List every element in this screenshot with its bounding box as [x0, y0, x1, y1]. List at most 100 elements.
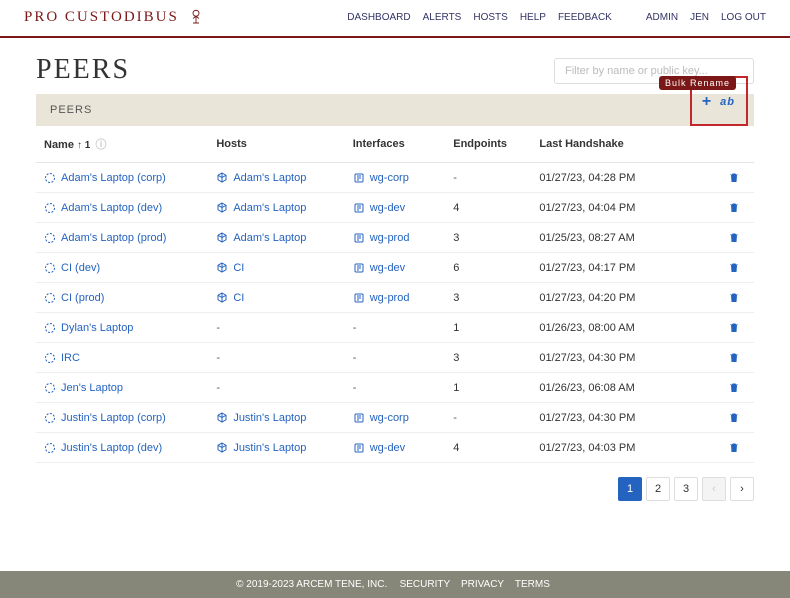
- trash-icon: [728, 381, 740, 393]
- nav-feedback[interactable]: FEEDBACK: [558, 12, 612, 23]
- cube-icon: [216, 441, 228, 453]
- delete-button[interactable]: [728, 291, 740, 303]
- handshake-time: 01/25/23, 08:27 AM: [539, 232, 634, 244]
- peer-link[interactable]: Justin's Laptop (corp): [44, 411, 166, 423]
- trash-icon: [728, 291, 740, 303]
- delete-button[interactable]: [728, 171, 740, 183]
- peer-link[interactable]: CI (prod): [44, 291, 104, 303]
- peer-icon: [44, 321, 56, 333]
- interface-link[interactable]: wg-dev: [353, 441, 405, 453]
- host-link[interactable]: Justin's Laptop: [216, 411, 306, 423]
- trash-icon: [728, 351, 740, 363]
- page-1[interactable]: 1: [618, 477, 642, 501]
- delete-button[interactable]: [728, 201, 740, 213]
- peer-icon: [44, 261, 56, 273]
- brand[interactable]: PRO CUSTODIBUS: [24, 8, 205, 26]
- table-row: Justin's Laptop (dev) Justin's Laptop wg-d…: [36, 433, 754, 463]
- interface-icon: [353, 171, 365, 183]
- delete-button[interactable]: [728, 261, 740, 273]
- footer-terms[interactable]: TERMS: [515, 579, 550, 590]
- delete-button[interactable]: [728, 351, 740, 363]
- col-interfaces[interactable]: Interfaces: [345, 126, 446, 163]
- peer-link[interactable]: CI (dev): [44, 261, 100, 273]
- info-icon[interactable]: ⓘ: [95, 139, 106, 151]
- nav-logout[interactable]: LOG OUT: [721, 12, 766, 23]
- peer-link[interactable]: IRC: [44, 351, 80, 363]
- peer-link[interactable]: Adam's Laptop (dev): [44, 201, 162, 213]
- table-row: Dylan's Laptop--101/26/23, 08:00 AM: [36, 313, 754, 343]
- peer-link[interactable]: Dylan's Laptop: [44, 321, 133, 333]
- col-handshake[interactable]: Last Handshake: [531, 126, 703, 163]
- interface-link[interactable]: wg-dev: [353, 261, 405, 273]
- delete-button[interactable]: [728, 321, 740, 333]
- delete-button[interactable]: [728, 231, 740, 243]
- highlight-box: Bulk Rename + ab: [690, 76, 748, 126]
- interface-link[interactable]: wg-dev: [353, 201, 405, 213]
- table-row: Jen's Laptop--101/26/23, 06:08 AM: [36, 373, 754, 403]
- page-2[interactable]: 2: [646, 477, 670, 501]
- cube-icon: [216, 411, 228, 423]
- table-row: Adam's Laptop (dev)Adam's Laptopwg-dev40…: [36, 193, 754, 223]
- interface-icon: [353, 291, 365, 303]
- nav-dashboard[interactable]: DASHBOARD: [347, 12, 410, 23]
- nav-alerts[interactable]: ALERTS: [423, 12, 462, 23]
- interface-link[interactable]: wg-prod: [353, 291, 410, 303]
- col-name[interactable]: Name ↑ 1 ⓘ: [36, 126, 208, 163]
- panel-label: PEERS: [50, 104, 92, 116]
- interface-icon: [353, 261, 365, 273]
- footer: © 2019-2023 ARCEM TENE, INC. SECURITY PR…: [0, 571, 790, 598]
- peer-link[interactable]: Jen's Laptop: [44, 381, 123, 393]
- nav-admin[interactable]: ADMIN: [646, 12, 678, 23]
- trash-icon: [728, 441, 740, 453]
- topbar: PRO CUSTODIBUS DASHBOARD ALERTS HOSTS HE…: [0, 0, 790, 38]
- cube-icon: [216, 231, 228, 243]
- interface-link[interactable]: wg-prod: [353, 231, 410, 243]
- page-3[interactable]: 3: [674, 477, 698, 501]
- host-link[interactable]: CI: [216, 261, 244, 273]
- handshake-time: 01/26/23, 08:00 AM: [539, 322, 634, 334]
- handshake-time: 01/26/23, 06:08 AM: [539, 382, 634, 394]
- nav: DASHBOARD ALERTS HOSTS HELP FEEDBACK ADM…: [347, 12, 766, 23]
- nav-user[interactable]: JEN: [690, 12, 709, 23]
- interface-link[interactable]: wg-corp: [353, 171, 409, 183]
- peer-link[interactable]: Justin's Laptop (dev): [44, 441, 162, 453]
- panel-header: PEERS Bulk Rename + ab: [36, 94, 754, 126]
- bulk-rename-icon[interactable]: ab: [720, 97, 735, 108]
- host-link[interactable]: CI: [216, 291, 244, 303]
- peer-icon: [44, 231, 56, 243]
- interface-icon: [353, 441, 365, 453]
- add-peer-icon[interactable]: +: [702, 94, 712, 110]
- handshake-time: 01/27/23, 04:03 PM: [539, 442, 635, 454]
- delete-button[interactable]: [728, 411, 740, 423]
- delete-button[interactable]: [728, 441, 740, 453]
- table-row: Justin's Laptop (corp) Justin's Laptop wg-…: [36, 403, 754, 433]
- delete-button[interactable]: [728, 381, 740, 393]
- col-endpoints[interactable]: Endpoints: [445, 126, 531, 163]
- peer-link[interactable]: Adam's Laptop (prod): [44, 231, 166, 243]
- host-link[interactable]: Justin's Laptop: [216, 441, 306, 453]
- table-row: CI (prod)CIwg-prod301/27/23, 04:20 PM: [36, 283, 754, 313]
- footer-security[interactable]: SECURITY: [400, 579, 451, 590]
- handshake-time: 01/27/23, 04:28 PM: [539, 172, 635, 184]
- handshake-time: 01/27/23, 04:30 PM: [539, 352, 635, 364]
- peer-link[interactable]: Adam's Laptop (corp): [44, 171, 166, 183]
- page-next[interactable]: ›: [730, 477, 754, 501]
- nav-help[interactable]: HELP: [520, 12, 546, 23]
- handshake-time: 01/27/23, 04:04 PM: [539, 202, 635, 214]
- trash-icon: [728, 231, 740, 243]
- brand-text: PRO CUSTODIBUS: [24, 9, 179, 26]
- nav-hosts[interactable]: HOSTS: [473, 12, 507, 23]
- interface-link[interactable]: wg-corp: [353, 411, 409, 423]
- footer-privacy[interactable]: PRIVACY: [461, 579, 504, 590]
- pagination: 123 ‹ ›: [36, 477, 754, 501]
- host-link[interactable]: Adam's Laptop: [216, 201, 306, 213]
- col-hosts[interactable]: Hosts: [208, 126, 344, 163]
- page-prev: ‹: [702, 477, 726, 501]
- host-link[interactable]: Adam's Laptop: [216, 231, 306, 243]
- cube-icon: [216, 171, 228, 183]
- table-row: Adam's Laptop (prod) Adam's Laptop wg-prod…: [36, 223, 754, 253]
- peer-icon: [44, 351, 56, 363]
- trash-icon: [728, 171, 740, 183]
- trash-icon: [728, 411, 740, 423]
- host-link[interactable]: Adam's Laptop: [216, 171, 306, 183]
